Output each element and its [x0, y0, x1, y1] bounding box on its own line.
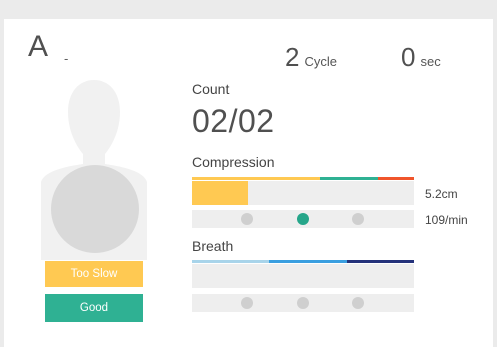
breath-volume-track — [192, 264, 414, 288]
compression-zone-low — [192, 177, 320, 180]
time-unit: sec — [420, 54, 441, 69]
compression-zone-good — [320, 177, 378, 180]
compression-depth-fill — [192, 181, 248, 205]
rate-feedback-label: Too Slow — [70, 268, 118, 280]
breath-zone-bar — [192, 260, 414, 263]
breath-zone-good — [269, 260, 347, 263]
compression-zone-bar — [192, 177, 414, 180]
rate-dot-good — [297, 213, 309, 225]
mannequin-figure — [41, 80, 147, 260]
cycle-value: 2 — [285, 42, 300, 72]
compression-label: Compression — [192, 154, 275, 170]
overall-result-label: Good — [79, 302, 109, 314]
breath-dot-3 — [352, 297, 364, 309]
cycle-unit: Cycle — [304, 54, 337, 69]
student-id: A — [28, 30, 49, 63]
time-counter: 0 sec — [401, 44, 441, 70]
compression-zone-high — [378, 177, 414, 180]
count-value: 02/02 — [192, 103, 275, 139]
student-name: - — [64, 51, 69, 66]
breath-rate-track — [192, 294, 414, 312]
compression-depth-value: 5.2cm — [425, 187, 458, 201]
rate-dot-fast — [352, 213, 364, 225]
time-value: 0 — [401, 42, 416, 72]
breath-label: Breath — [192, 238, 234, 254]
compression-rate-value: 109/min — [425, 213, 468, 227]
compression-rate-track — [192, 210, 414, 228]
compression-depth-track — [192, 181, 414, 205]
breath-zone-low — [192, 260, 269, 263]
breath-dot-2 — [297, 297, 309, 309]
rate-dot-slow — [241, 213, 253, 225]
cycle-counter: 2 Cycle — [285, 44, 337, 70]
breath-zone-high — [347, 260, 414, 263]
rate-feedback-badge: Too Slow — [45, 261, 143, 287]
breath-dot-1 — [241, 297, 253, 309]
overall-result-badge: Good — [45, 294, 143, 322]
chest-compression-target — [51, 165, 139, 253]
count-label: Count — [192, 81, 230, 97]
